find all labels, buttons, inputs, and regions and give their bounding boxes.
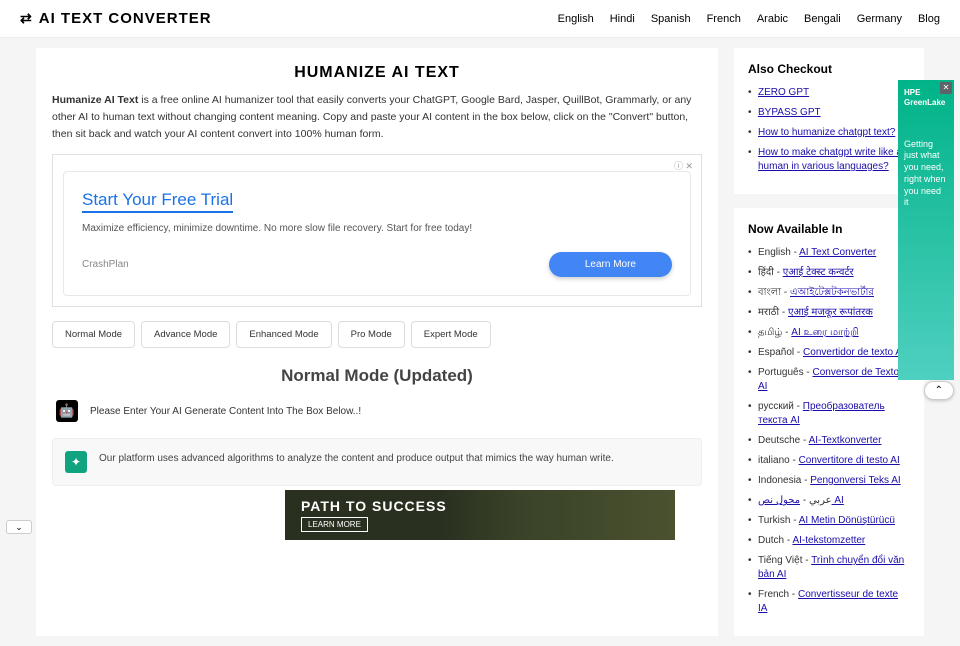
logo-icon: ⇄: [20, 10, 33, 27]
lang-item: French - Convertisseur de texte IA: [748, 588, 910, 616]
intro-rest: is a free online AI humanizer tool that …: [52, 94, 691, 140]
prompt-text: Please Enter Your AI Generate Content In…: [90, 406, 361, 417]
lang-item: Dutch - AI-tekstomzetter: [748, 534, 910, 548]
logo[interactable]: ⇄ AI TEXT CONVERTER: [20, 10, 212, 27]
ad-card[interactable]: Start Your Free Trial Maximize efficienc…: [63, 171, 691, 296]
mode-enhanced[interactable]: Enhanced Mode: [236, 321, 331, 348]
lang-item: हिंदी - एआई टेक्स्ट कन्वर्टर: [748, 266, 910, 280]
info-box: ✦ Our platform uses advanced algorithms …: [52, 438, 702, 486]
ad-brand: CrashPlan: [82, 259, 129, 270]
nav-germany[interactable]: Germany: [857, 13, 902, 25]
lang-item: عربي - محول نص AI: [748, 494, 910, 508]
ad-info-close[interactable]: ⓘ ✕: [674, 159, 693, 172]
nav-french[interactable]: French: [707, 13, 741, 25]
languages-title: Now Available In: [748, 222, 910, 236]
nav-bengali[interactable]: Bengali: [804, 13, 841, 25]
lang-link[interactable]: एआई टेक्स्ट कन्वर्टर: [783, 267, 854, 278]
lang-item: Deutsche - AI-Textkonverter: [748, 434, 910, 448]
lang-item: Español - Convertidor de texto AI: [748, 346, 910, 360]
lang-item: मराठी - एआई मजकूर रूपांतरक: [748, 306, 910, 320]
languages-list: English - AI Text Converter हिंदी - एआई ट…: [748, 246, 910, 616]
ad-title: Start Your Free Trial: [82, 190, 233, 213]
chatgpt-icon: ✦: [65, 451, 87, 473]
mode-tabs: Normal Mode Advance Mode Enhanced Mode P…: [52, 321, 702, 348]
lang-item: Turkish - AI Metin Dönüştürücü: [748, 514, 910, 528]
intro-bold: Humanize AI Text: [52, 94, 138, 106]
bottom-ad-title: PATH TO SUCCESS: [301, 498, 447, 514]
sidebar: Also Checkout ZERO GPT BYPASS GPT How to…: [734, 48, 924, 636]
checkout-list: ZERO GPT BYPASS GPT How to humanize chat…: [748, 86, 910, 174]
lang-item: Português - Conversor de Texto AI: [748, 366, 910, 394]
lang-link[interactable]: AI Metin Dönüştürücü: [799, 515, 895, 526]
prompt-row: 🤖 Please Enter Your AI Generate Content …: [52, 400, 702, 422]
nav-english[interactable]: English: [558, 13, 594, 25]
collapse-button[interactable]: ⌄: [6, 520, 32, 534]
link-humanize[interactable]: How to humanize chatgpt text?: [758, 127, 895, 138]
right-ad-text: Getting just what you need, right when y…: [904, 139, 948, 209]
main-content: HUMANIZE AI TEXT Humanize AI Text is a f…: [36, 48, 718, 636]
ad-close-icon[interactable]: ✕: [940, 82, 952, 94]
lang-link[interactable]: AI-Textkonverter: [809, 435, 882, 446]
lang-item: русский - Преобразователь текста AI: [748, 400, 910, 428]
header: ⇄ AI TEXT CONVERTER English Hindi Spanis…: [0, 0, 960, 38]
lang-link[interactable]: AI Text Converter: [799, 247, 876, 258]
lang-link[interactable]: এআইটেক্সটকনভার্টার: [790, 287, 874, 298]
checkout-title: Also Checkout: [748, 62, 910, 76]
mode-normal[interactable]: Normal Mode: [52, 321, 135, 348]
checkout-box: Also Checkout ZERO GPT BYPASS GPT How to…: [734, 48, 924, 194]
scroll-up-button[interactable]: ⌃: [924, 381, 954, 400]
intro-text: Humanize AI Text is a free online AI hum…: [52, 92, 702, 142]
mode-expert[interactable]: Expert Mode: [411, 321, 491, 348]
nav-spanish[interactable]: Spanish: [651, 13, 691, 25]
lang-link[interactable]: Pengonversi Teks AI: [810, 475, 900, 486]
lang-item: italiano - Convertitore di testo AI: [748, 454, 910, 468]
ad-container: ⓘ ✕ Start Your Free Trial Maximize effic…: [52, 154, 702, 307]
lang-item: English - AI Text Converter: [748, 246, 910, 260]
info-text: Our platform uses advanced algorithms to…: [99, 451, 614, 466]
logo-text: AI TEXT CONVERTER: [39, 10, 212, 27]
robot-icon: 🤖: [56, 400, 78, 422]
lang-item: বাংলা - এআইটেক্সটকনভার্টার: [748, 286, 910, 300]
lang-link[interactable]: एआई मजकूर रूपांतरक: [788, 307, 873, 318]
link-zerogpt[interactable]: ZERO GPT: [758, 87, 809, 98]
ad-learn-more-button[interactable]: Learn More: [549, 252, 672, 277]
lang-item: தமிழ் - AI உரை மாற்றி: [748, 326, 910, 340]
ad-desc: Maximize efficiency, minimize downtime. …: [82, 223, 672, 234]
mode-advance[interactable]: Advance Mode: [141, 321, 230, 348]
page-title: HUMANIZE AI TEXT: [52, 64, 702, 82]
link-bypassgpt[interactable]: BYPASS GPT: [758, 107, 821, 118]
lang-link[interactable]: Convertidor de texto AI: [803, 347, 905, 358]
link-multilang[interactable]: How to make chatgpt write like a human i…: [758, 147, 902, 172]
lang-item: Indonesia - Pengonversi Teks AI: [748, 474, 910, 488]
languages-box: Now Available In English - AI Text Conve…: [734, 208, 924, 636]
nav: English Hindi Spanish French Arabic Beng…: [558, 13, 940, 25]
mode-pro[interactable]: Pro Mode: [338, 321, 405, 348]
lang-link[interactable]: AI உரை மாற்றி: [791, 327, 858, 338]
mode-heading: Normal Mode (Updated): [52, 366, 702, 386]
bottom-ad-sub: LEARN MORE: [301, 517, 368, 532]
right-ad[interactable]: ✕ HPE GreenLake Getting just what you ne…: [898, 80, 954, 380]
bottom-ad[interactable]: PATH TO SUCCESS LEARN MORE: [285, 490, 675, 540]
nav-blog[interactable]: Blog: [918, 13, 940, 25]
nav-hindi[interactable]: Hindi: [610, 13, 635, 25]
nav-arabic[interactable]: Arabic: [757, 13, 788, 25]
lang-item: Tiếng Việt - Trình chuyển đổi văn bản AI: [748, 554, 910, 582]
lang-link[interactable]: AI-tekstomzetter: [792, 535, 865, 546]
lang-link[interactable]: Convertitore di testo AI: [799, 455, 900, 466]
